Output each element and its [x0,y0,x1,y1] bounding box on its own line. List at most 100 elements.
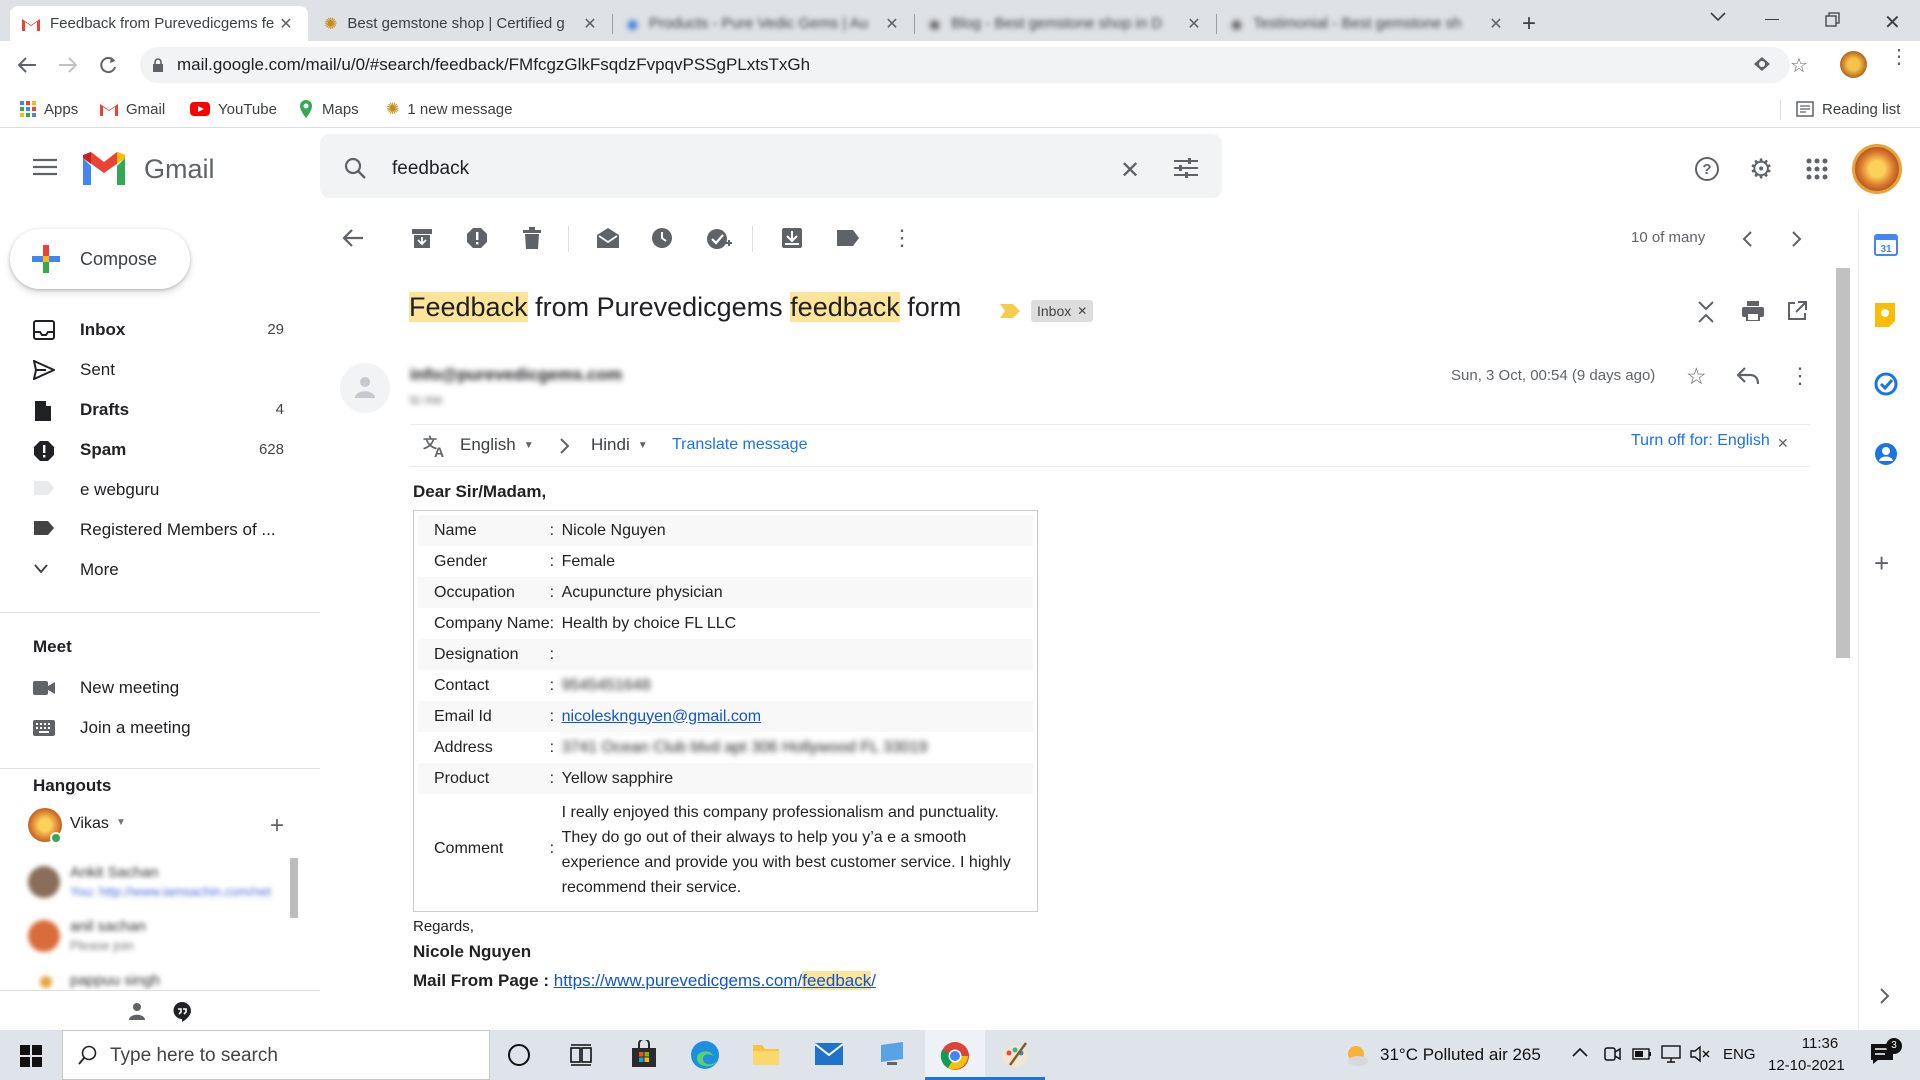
report-spam-icon[interactable] [466,227,488,249]
older-chevron-right-icon[interactable] [1792,231,1802,247]
tasks-icon[interactable] [1874,372,1898,396]
turn-off-translate-link[interactable]: Turn off for: English [1631,432,1770,450]
new-tab-button[interactable]: + [1522,10,1536,38]
volume-muted-icon[interactable] [1690,1045,1712,1063]
chrome-menu-icon[interactable]: ⋮ [1889,47,1909,67]
minimize-window-icon[interactable] [1765,19,1779,20]
network-icon[interactable] [1660,1045,1682,1063]
back-icon[interactable] [16,56,38,74]
open-new-window-icon[interactable] [1787,301,1807,321]
paint-app-icon[interactable] [1000,1041,1030,1069]
add-to-tasks-icon[interactable] [706,227,732,251]
recipient-line[interactable]: to me [410,392,443,407]
calendar-icon[interactable]: 31 [1874,232,1898,256]
bookmark-youtube[interactable]: YouTube [190,96,277,122]
labels-icon[interactable] [836,229,860,247]
account-avatar[interactable] [1852,144,1902,194]
bookmark-maps[interactable]: Maps [298,96,359,122]
close-translate-bar-icon[interactable]: ✕ [1777,435,1789,452]
tab-testimonial[interactable]: ◉ Testimonial - Best gemstone sh ✕ [1218,6,1518,41]
back-to-results-icon[interactable] [342,228,364,248]
gmail-logo-icon[interactable] [80,152,128,188]
sidebar-item-drafts[interactable]: Drafts 4 [0,390,320,430]
field-value[interactable]: nicolesknguyen@gmail.com [562,701,1033,732]
sender-avatar[interactable] [340,363,390,413]
profile-avatar[interactable] [1840,51,1867,78]
translate-message-link[interactable]: Translate message [672,436,807,454]
main-menu-icon[interactable] [33,158,57,176]
collapse-all-icon[interactable] [1696,300,1716,324]
print-icon[interactable] [1742,301,1764,321]
clear-search-icon[interactable]: ✕ [1120,156,1140,185]
reply-icon[interactable] [1737,367,1759,385]
show-hidden-icons-chevron-icon[interactable] [1572,1047,1588,1057]
close-tab-icon[interactable]: ✕ [580,14,600,34]
forward-icon[interactable] [57,56,79,74]
inbox-label-chip[interactable]: Inbox ✕ [1031,300,1094,322]
mark-unread-icon[interactable] [596,227,620,249]
file-explorer-icon[interactable] [752,1042,780,1066]
settings-gear-icon[interactable]: ⚙ [1749,155,1773,183]
search-input[interactable]: feedback [392,158,469,180]
weather-text[interactable]: 31°C Polluted air 265 [1380,1045,1541,1065]
restore-window-icon[interactable] [1825,12,1841,28]
battery-icon[interactable] [1632,1048,1652,1060]
gmail-logo-text[interactable]: Gmail [144,154,215,185]
status-dropdown-icon[interactable]: ▼ [116,817,126,828]
sidebar-item-e-webguru[interactable]: e webguru [0,470,320,510]
close-window-icon[interactable]: ✕ [1884,10,1901,35]
join-meeting-button[interactable]: Join a meeting [0,708,320,748]
tab-search-chevron-icon[interactable] [1710,12,1726,22]
mail-scrollbar-thumb[interactable] [1836,268,1850,658]
sidebar-item-spam[interactable]: Spam 628 [0,430,320,470]
meet-now-icon[interactable] [1603,1045,1621,1063]
extension-eye-icon[interactable] [1752,55,1772,73]
windows-start-icon[interactable] [20,1045,42,1067]
get-addons-plus-icon[interactable]: + [1874,548,1889,579]
sidebar-item-registered-members[interactable]: Registered Members of ... [0,510,320,550]
new-conversation-plus-icon[interactable]: + [270,812,284,840]
search-options-icon[interactable] [1174,158,1198,178]
search-icon[interactable] [344,157,366,179]
contacts-icon[interactable] [1874,442,1898,466]
move-to-icon[interactable] [781,227,803,249]
hangouts-user-name[interactable]: Vikas [70,815,109,833]
close-tab-icon[interactable]: ✕ [1486,14,1506,34]
star-icon[interactable]: ☆ [1686,363,1707,390]
taskbar-search-placeholder[interactable]: Type here to search [110,1045,278,1067]
keep-icon[interactable] [1874,302,1896,328]
sender-email[interactable]: info@purevedicgems.com [410,365,622,385]
sidebar-item-more[interactable]: More [0,550,320,590]
mail-app-icon[interactable] [815,1043,843,1065]
new-meeting-button[interactable]: New meeting [0,668,320,708]
snooze-clock-icon[interactable] [651,227,673,249]
tab-blog[interactable]: ◉ Blog - Best gemstone shop in D ✕ [916,6,1216,41]
newer-chevron-left-icon[interactable] [1742,231,1752,247]
bookmark-star-icon[interactable]: ☆ [1790,53,1808,78]
cortana-icon[interactable] [508,1044,530,1066]
mail-from-url-link[interactable]: https://www.purevedicgems.com/feedback/ [554,971,876,990]
bookmark-new-message[interactable]: ✺ 1 new message [386,96,512,122]
clock-date[interactable]: 12-10-2021 [1768,1057,1845,1074]
tab-products[interactable]: ◉ Products - Pure Vedic Gems | Au ✕ [614,6,914,41]
importance-marker-icon[interactable] [1000,304,1020,318]
edge-browser-icon[interactable] [690,1040,720,1070]
help-icon[interactable]: ? [1694,156,1720,182]
sidebar-item-sent[interactable]: Sent [0,350,320,390]
target-language-select[interactable]: Hindi ▼ [591,435,648,455]
close-tab-icon[interactable]: ✕ [1184,14,1204,34]
close-tab-icon[interactable]: ✕ [276,14,296,34]
close-tab-icon[interactable]: ✕ [882,14,902,34]
hangouts-contact-list[interactable]: Ankit Sachan You: http://www.iamsachin.c… [28,860,298,990]
input-language[interactable]: ENG [1723,1046,1756,1063]
hangouts-scrollbar[interactable] [290,858,298,918]
tab-gmail-feedback[interactable]: Feedback from Purevedicgems fe ✕ [10,6,308,41]
bookmark-gmail[interactable]: Gmail [100,96,165,122]
show-side-panel-chevron-icon[interactable] [1880,988,1890,1004]
source-language-select[interactable]: English ▼ [460,435,534,455]
hangouts-chat-icon[interactable] [172,1001,192,1023]
clock-time[interactable]: 11:36 [1790,1035,1850,1052]
google-apps-icon[interactable] [1806,158,1828,180]
delete-icon[interactable] [522,227,542,249]
url-text[interactable]: mail.google.com/mail/u/0/#search/feedbac… [177,55,810,75]
